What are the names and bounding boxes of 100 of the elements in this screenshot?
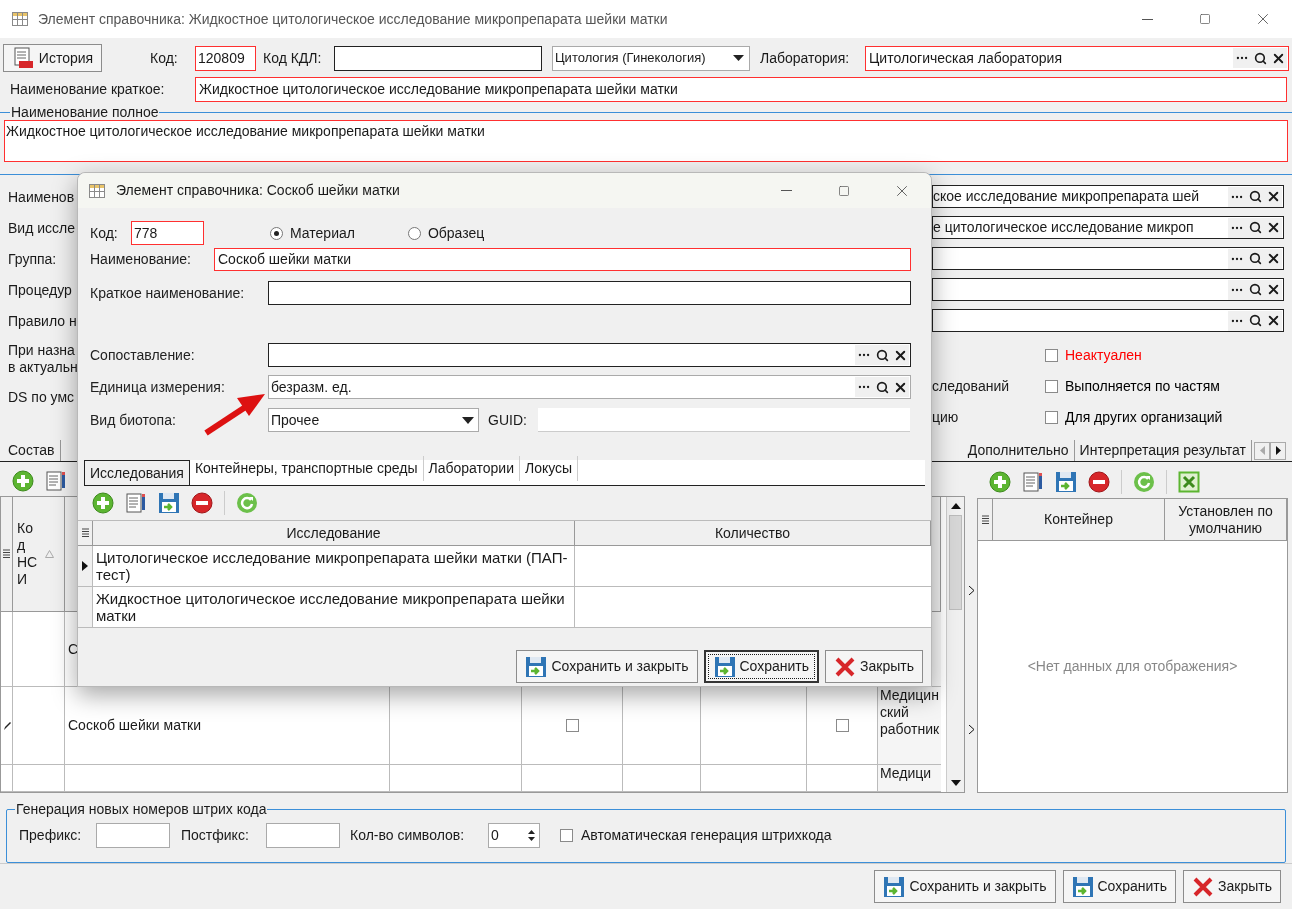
- lookup-field[interactable]: [932, 247, 1284, 271]
- radio-button[interactable]: [407, 226, 421, 240]
- laboratory-label: Лаборатория:: [760, 48, 851, 68]
- kdl-code-field[interactable]: [334, 45, 542, 71]
- search-icon: [875, 380, 889, 394]
- tab[interactable]: Локусы: [520, 456, 579, 481]
- more-button[interactable]: [1228, 310, 1246, 331]
- table-cell: Медицинский работник: [878, 687, 941, 766]
- chevron-right-icon[interactable]: [968, 585, 974, 595]
- search-icon: [875, 348, 889, 362]
- biotope-dropdown[interactable]: Прочее: [268, 408, 479, 432]
- clear-button[interactable]: [1264, 186, 1282, 207]
- tab[interactable]: Лаборатории: [423, 456, 520, 481]
- checkbox[interactable]: [1045, 348, 1058, 362]
- add-icon[interactable]: [12, 470, 34, 493]
- save-button[interactable]: Сохранить и закрыть: [516, 650, 698, 683]
- more-button[interactable]: [1228, 279, 1246, 300]
- save-icon: [525, 655, 548, 678]
- code-field[interactable]: 120809: [195, 45, 256, 71]
- save-button[interactable]: Сохранить: [1062, 870, 1177, 903]
- spreadsheet-export-icon[interactable]: [1178, 471, 1200, 494]
- count-spinner[interactable]: 0: [488, 823, 540, 849]
- short-name-field[interactable]: [268, 281, 911, 305]
- column-header[interactable]: Код НСИ: [13, 497, 65, 613]
- clear-button[interactable]: [1264, 248, 1282, 269]
- checkbox[interactable]: [565, 719, 579, 733]
- column-header[interactable]: Установлен по умолчанию: [1165, 499, 1287, 541]
- scroll-right-button[interactable]: [1270, 441, 1286, 460]
- save-button[interactable]: Сохранить: [703, 650, 820, 683]
- radio-button[interactable]: [270, 226, 283, 240]
- laboratory-field[interactable]: Цитологическая лаборатория: [865, 45, 1289, 71]
- postfix-label: Постфикс:: [181, 826, 250, 846]
- mapping-field[interactable]: [268, 343, 911, 367]
- lookup-field[interactable]: ское исследование микропрепарата шей: [932, 185, 1284, 209]
- add-icon[interactable]: [989, 471, 1011, 494]
- clear-button[interactable]: [1269, 48, 1287, 68]
- clear-button[interactable]: [1264, 310, 1282, 331]
- column-header[interactable]: Исследование: [93, 521, 575, 546]
- lookup-field[interactable]: [932, 309, 1284, 333]
- checkbox[interactable]: [835, 719, 849, 733]
- save-button[interactable]: Сохранить и закрыть: [874, 870, 1056, 903]
- lookup-field[interactable]: [932, 278, 1284, 302]
- more-button[interactable]: [1228, 217, 1246, 238]
- checkbox[interactable]: [1045, 379, 1058, 393]
- postfix-field[interactable]: [266, 823, 340, 849]
- chevron-right-icon[interactable]: [968, 724, 974, 734]
- save-icon[interactable]: [1055, 471, 1077, 494]
- up-triangle-icon[interactable]: [950, 503, 961, 510]
- empty-message: <Нет данных для отображения>: [1027, 657, 1238, 677]
- remove-icon[interactable]: [1088, 471, 1110, 494]
- lookup-field[interactable]: е цитологическое исследование микроп: [932, 216, 1284, 240]
- scrollbar-thumb[interactable]: [949, 515, 962, 611]
- code-label: Код:: [90, 223, 119, 243]
- code-label: Код:: [150, 48, 179, 68]
- short-name-field[interactable]: Жидкостное цитологическое исследование микропрепарата шейки матки: [195, 77, 1287, 102]
- tab[interactable]: Контейнеры, транспортные среды: [189, 456, 424, 481]
- tab[interactable]: Состав: [8, 440, 62, 462]
- more-button[interactable]: [1228, 186, 1246, 207]
- tab[interactable]: Исследования: [84, 460, 190, 485]
- right-triangle-icon: [1275, 446, 1281, 456]
- column-chooser-cell[interactable]: [1, 497, 13, 613]
- more-button[interactable]: [855, 377, 873, 397]
- add-icon[interactable]: [92, 492, 114, 514]
- clear-button[interactable]: [891, 377, 909, 397]
- tab[interactable]: Интерпретация результат: [1074, 440, 1252, 462]
- column-chooser-cell[interactable]: [78, 521, 93, 546]
- checkbox-label: Автоматическая генерация штрихкода: [581, 826, 832, 846]
- column-header[interactable]: Контейнер: [993, 499, 1165, 541]
- column-header[interactable]: Количество: [575, 521, 931, 546]
- more-button[interactable]: [1228, 248, 1246, 269]
- close-button[interactable]: Закрыть: [1183, 870, 1281, 903]
- minimize-icon: [780, 190, 792, 191]
- spinner-arrows-icon[interactable]: [528, 830, 535, 842]
- search-icon: [1248, 283, 1262, 297]
- more-button[interactable]: [855, 345, 873, 365]
- category-dropdown[interactable]: Цитология (Гинекология): [552, 45, 750, 71]
- table-cell: Жидкостное цитологическое исследование микропрепарата шейки матки: [93, 587, 575, 628]
- tab[interactable]: Дополнительно: [962, 440, 1075, 462]
- prefix-field[interactable]: [96, 823, 170, 849]
- edit-document-icon[interactable]: [45, 470, 67, 493]
- vertical-scrollbar[interactable]: [946, 497, 964, 793]
- save-icon[interactable]: [158, 492, 180, 514]
- search-icon: [1248, 314, 1262, 328]
- clear-button[interactable]: [891, 345, 909, 365]
- close-button[interactable]: Закрыть: [825, 650, 923, 683]
- full-name-field[interactable]: Жидкостное цитологическое исследование микропрепарата шейки матки: [4, 120, 1288, 162]
- clear-button[interactable]: [1264, 279, 1282, 300]
- checkbox[interactable]: [1045, 410, 1058, 424]
- unit-field[interactable]: безразм. ед.: [268, 375, 911, 399]
- remove-icon[interactable]: [191, 492, 213, 514]
- name-field[interactable]: Соскоб шейки матки: [214, 248, 911, 271]
- checkbox[interactable]: [560, 829, 573, 843]
- more-button[interactable]: [1233, 48, 1251, 68]
- guid-field[interactable]: [538, 408, 910, 432]
- edit-document-icon[interactable]: [125, 492, 147, 514]
- down-triangle-icon[interactable]: [950, 780, 961, 787]
- history-button[interactable]: История: [3, 44, 102, 72]
- edit-document-icon[interactable]: [1022, 471, 1044, 494]
- code-field[interactable]: 778: [131, 221, 204, 245]
- clear-button[interactable]: [1264, 217, 1282, 238]
